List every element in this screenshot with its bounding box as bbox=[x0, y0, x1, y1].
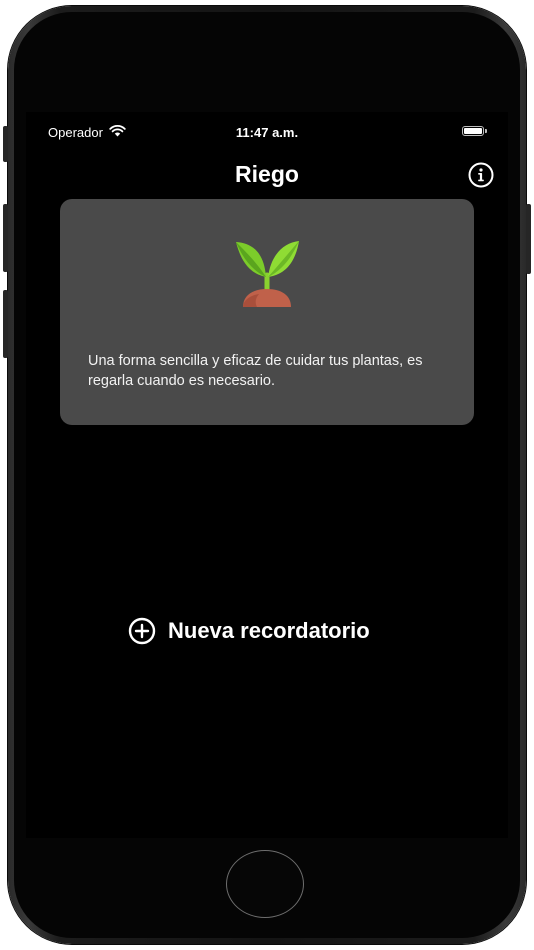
info-button[interactable] bbox=[468, 162, 494, 188]
volume-up-button bbox=[3, 204, 8, 272]
power-button bbox=[526, 204, 531, 274]
plant-sprout-icon bbox=[233, 237, 301, 309]
status-bar: Operador 11:47 a.m. bbox=[26, 122, 508, 144]
mute-switch bbox=[3, 126, 8, 162]
volume-down-button bbox=[3, 290, 8, 358]
battery-icon bbox=[462, 126, 487, 136]
status-right bbox=[462, 126, 487, 136]
page-title: Riego bbox=[235, 161, 299, 187]
card-description: Una forma sencilla y eficaz de cuidar tu… bbox=[88, 353, 423, 389]
new-reminder-button[interactable]: Nueva recordatorio bbox=[128, 614, 370, 648]
plus-circle-icon bbox=[128, 617, 156, 645]
navigation-bar: Riego bbox=[26, 156, 508, 192]
new-reminder-label: Nueva recordatorio bbox=[168, 618, 370, 643]
info-circle-icon bbox=[468, 162, 494, 188]
info-card: Una forma sencilla y eficaz de cuidar tu… bbox=[60, 199, 474, 425]
battery-cap bbox=[485, 129, 487, 133]
battery-level bbox=[464, 128, 482, 134]
home-button[interactable] bbox=[226, 850, 304, 918]
app-screen: Operador 11:47 a.m. Riego Una forma senc… bbox=[26, 112, 508, 838]
status-time: 11:47 a.m. bbox=[235, 125, 299, 140]
